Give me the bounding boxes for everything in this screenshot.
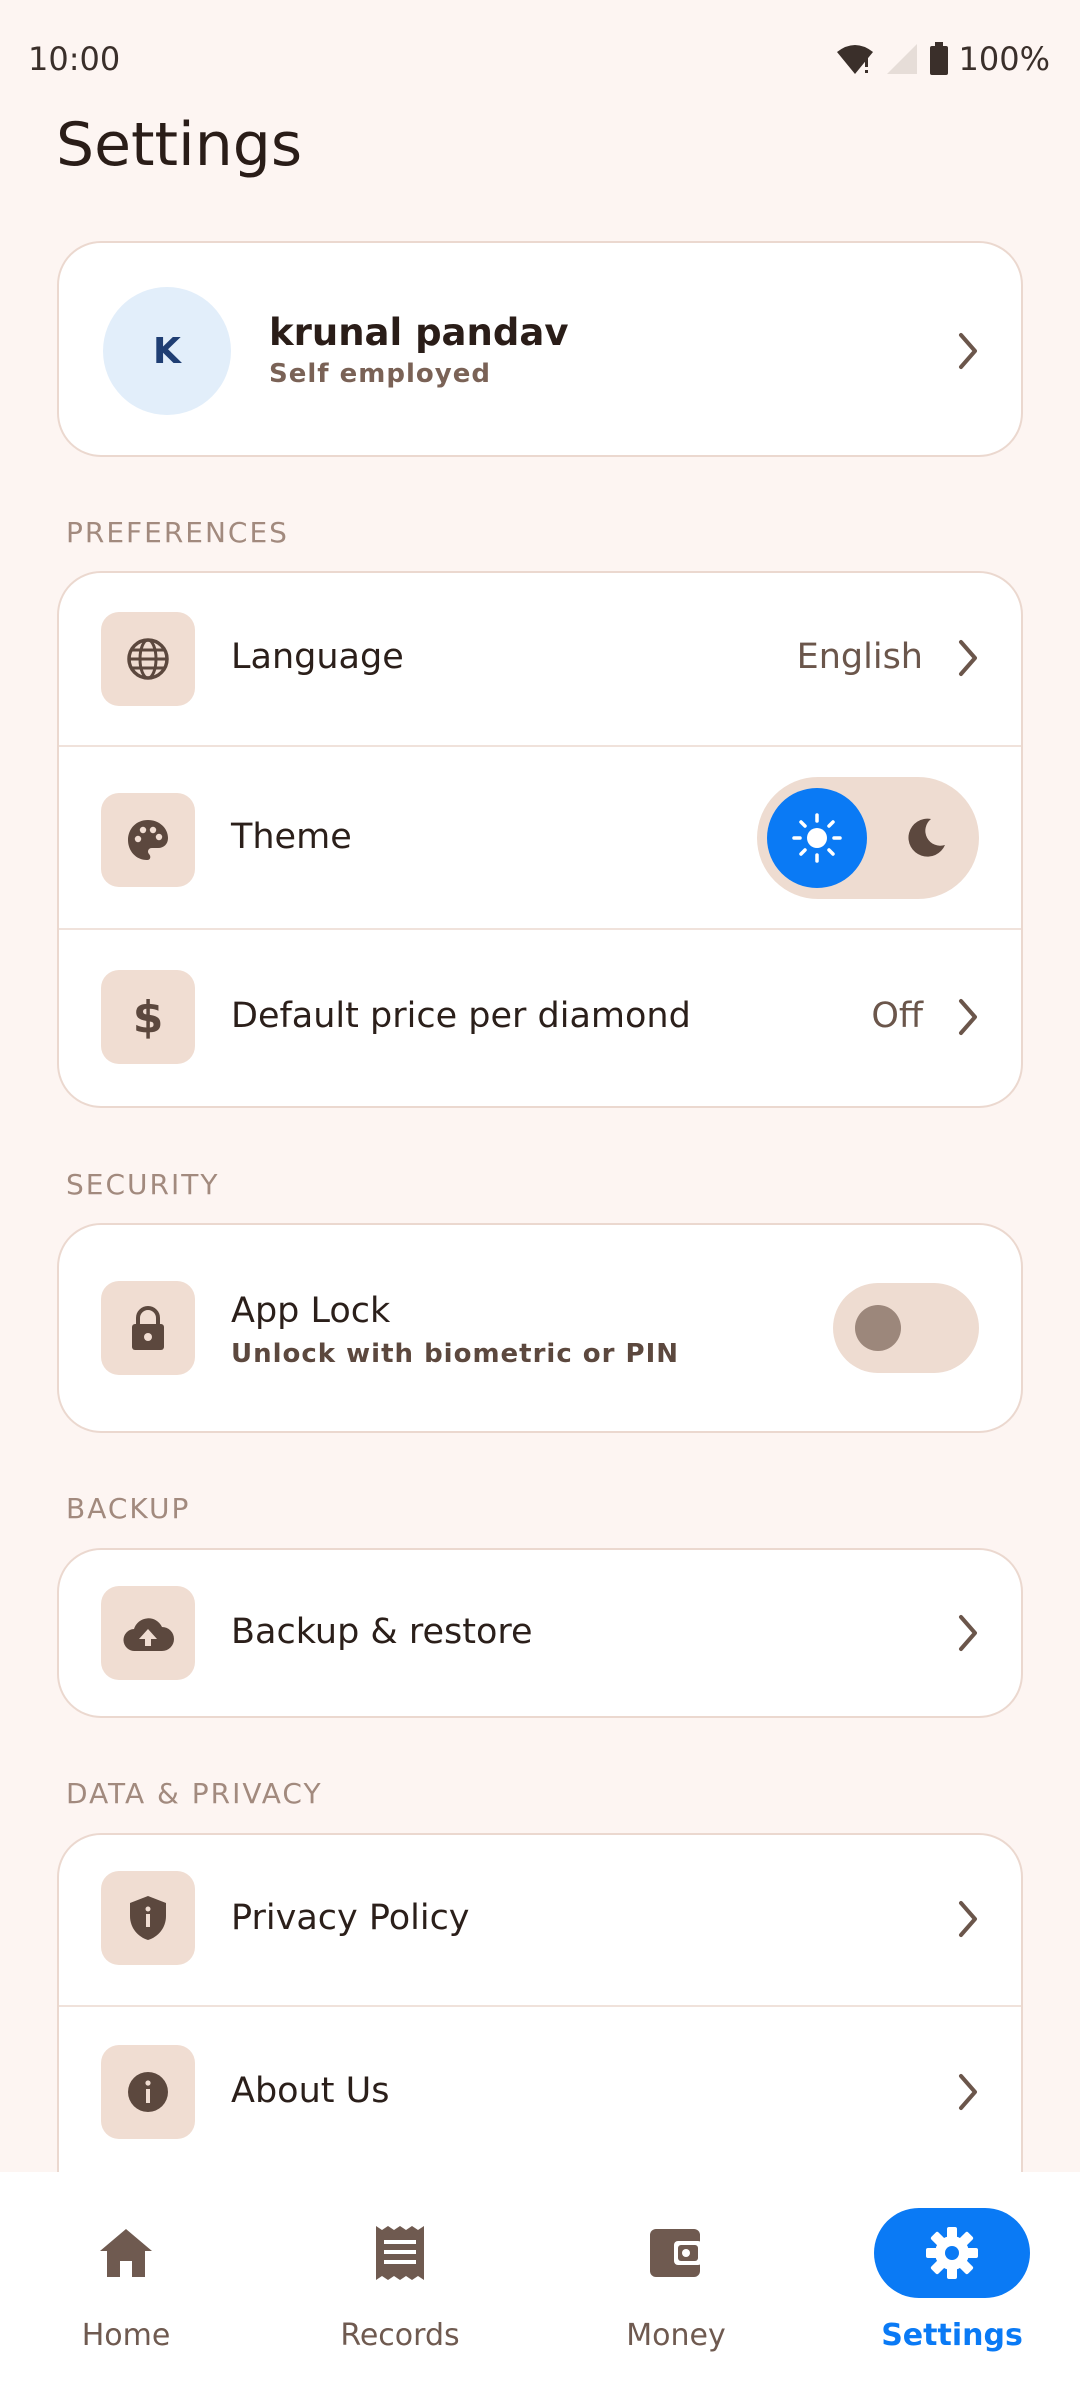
nav-home-label: Home (81, 2318, 171, 2353)
price-row[interactable]: $ Default price per diamond Off (59, 930, 1021, 1106)
switch-knob (855, 1305, 901, 1351)
nav-home[interactable]: Home (6, 2208, 246, 2368)
privacy-policy-row[interactable]: Privacy Policy (59, 1835, 1021, 2007)
palette-icon (101, 793, 195, 887)
language-label: Language (231, 637, 404, 677)
section-preferences: PREFERENCES (66, 516, 289, 549)
status-bar: 10:00 100% (0, 0, 1080, 120)
language-row[interactable]: Language English (59, 573, 1021, 747)
battery-percent: 100% (958, 40, 1050, 78)
chevron-right-icon (959, 999, 977, 1035)
battery-icon (929, 42, 949, 76)
shield-icon (101, 1871, 195, 1965)
wallet-icon (598, 2208, 754, 2298)
theme-row: Theme (59, 747, 1021, 930)
nav-records[interactable]: Records (280, 2208, 520, 2368)
sun-icon (792, 813, 842, 863)
profile-name: krunal pandav (269, 311, 569, 354)
app-lock-switch[interactable] (833, 1283, 979, 1373)
chevron-right-icon (959, 1901, 977, 1937)
bottom-nav: Home Records Money Settings (0, 2172, 1080, 2400)
backup-restore-label: Backup & restore (231, 1612, 533, 1652)
receipt-icon (322, 2208, 478, 2298)
wifi-icon (835, 42, 875, 76)
home-icon (48, 2208, 204, 2298)
section-data-privacy: DATA & PRIVACY (66, 1777, 323, 1810)
status-time: 10:00 (28, 40, 121, 78)
preferences-card: Language English Theme $ Default price p… (57, 571, 1023, 1108)
section-backup: BACKUP (66, 1492, 191, 1525)
lock-icon (101, 1281, 195, 1375)
theme-toggle[interactable] (757, 777, 979, 899)
section-security: SECURITY (66, 1168, 220, 1201)
theme-label: Theme (231, 817, 352, 857)
nav-records-label: Records (340, 2318, 460, 2353)
status-icons: 100% (835, 40, 1050, 78)
info-icon (101, 2045, 195, 2139)
dollar-icon: $ (101, 970, 195, 1064)
about-us-label: About Us (231, 2071, 390, 2111)
chevron-right-icon (959, 2074, 977, 2110)
page-title: Settings (56, 110, 303, 180)
gear-icon (874, 2208, 1030, 2298)
price-label: Default price per diamond (231, 996, 691, 1036)
app-lock-label: App Lock (231, 1291, 391, 1331)
chevron-right-icon (959, 333, 977, 369)
price-value: Off (871, 996, 923, 1036)
privacy-policy-label: Privacy Policy (231, 1898, 470, 1938)
security-card: App Lock Unlock with biometric or PIN (57, 1223, 1023, 1433)
light-mode-button[interactable] (767, 788, 867, 888)
cloud-upload-icon (101, 1586, 195, 1680)
backup-restore-row[interactable]: Backup & restore (59, 1550, 1021, 1716)
nav-settings[interactable]: Settings (832, 2208, 1072, 2368)
profile-subtitle: Self employed (269, 359, 491, 389)
app-lock-row[interactable]: App Lock Unlock with biometric or PIN (59, 1225, 1021, 1431)
signal-icon (885, 42, 919, 76)
profile-card[interactable]: K krunal pandav Self employed (57, 241, 1023, 457)
moon-icon (908, 818, 945, 857)
language-value: English (796, 637, 923, 677)
nav-settings-label: Settings (881, 2318, 1023, 2353)
nav-money[interactable]: Money (556, 2208, 796, 2368)
nav-money-label: Money (626, 2318, 726, 2353)
backup-card: Backup & restore (57, 1548, 1023, 1718)
dark-mode-button[interactable] (895, 807, 957, 869)
chevron-right-icon (959, 1615, 977, 1651)
chevron-right-icon (959, 640, 977, 676)
app-lock-subtitle: Unlock with biometric or PIN (231, 1339, 680, 1369)
avatar: K (103, 287, 231, 415)
globe-icon (101, 612, 195, 706)
